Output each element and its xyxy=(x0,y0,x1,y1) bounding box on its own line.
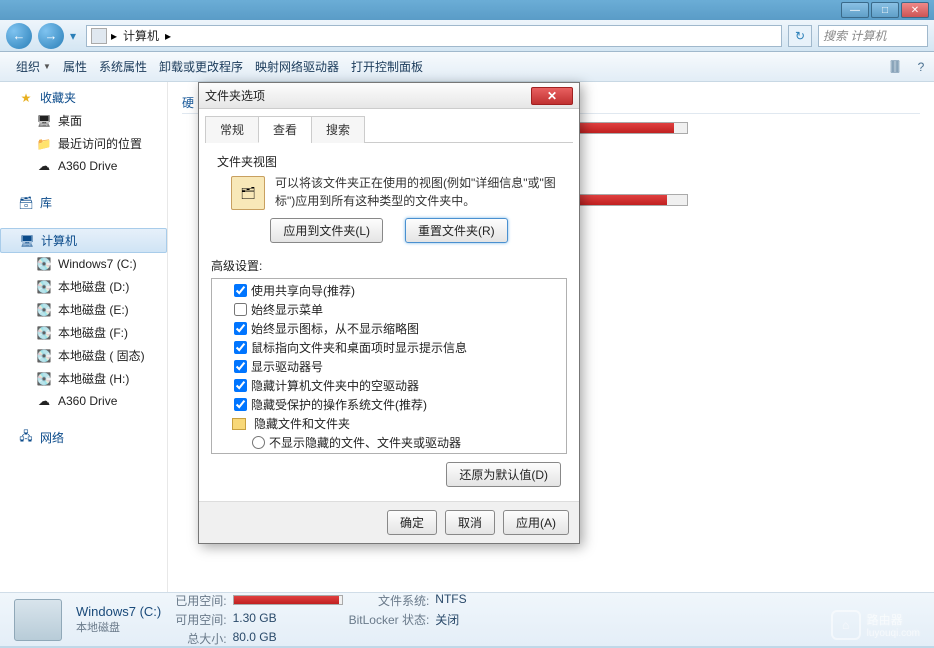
refresh-button[interactable]: ↻ xyxy=(788,25,812,47)
advanced-settings-label: 高级设置: xyxy=(211,257,567,274)
checkbox[interactable] xyxy=(234,322,247,335)
drive-icon: 💽 xyxy=(36,371,52,387)
checkbox[interactable] xyxy=(234,284,247,297)
status-subtitle: 本地磁盘 xyxy=(76,619,161,635)
advanced-setting-item[interactable]: 使用共享向导(推荐) xyxy=(214,281,564,300)
network-icon: 🖧 xyxy=(18,430,34,446)
dialog-tabs: 常规 查看 搜索 xyxy=(205,115,573,143)
folder-icon xyxy=(232,418,246,430)
search-input[interactable]: 搜索 计算机 xyxy=(818,25,928,47)
advanced-setting-item[interactable]: 始终显示菜单 xyxy=(214,300,564,319)
sidebar-item-drive-h[interactable]: 💽本地磁盘 (H:) xyxy=(0,367,167,390)
advanced-setting-item[interactable]: 隐藏文件和文件夹 xyxy=(214,414,564,433)
dialog-footer: 确定 取消 应用(A) xyxy=(199,501,579,543)
sidebar-item-drive-e[interactable]: 💽本地磁盘 (E:) xyxy=(0,298,167,321)
checkbox[interactable] xyxy=(234,398,247,411)
folder-options-dialog: 文件夹选项 ✕ 常规 查看 搜索 文件夹视图 🗂 可以将该文件夹正在使用的视图(… xyxy=(198,82,580,544)
reset-folders-button[interactable]: 重置文件夹(R) xyxy=(405,218,508,243)
toolbar-uninstall[interactable]: 卸载或更改程序 xyxy=(153,58,249,75)
desktop-icon: 🖥 xyxy=(36,113,52,129)
close-button[interactable]: ✕ xyxy=(901,2,929,18)
checkbox[interactable] xyxy=(234,379,247,392)
sidebar-item-drive-d[interactable]: 💽本地磁盘 (D:) xyxy=(0,275,167,298)
advanced-setting-item[interactable]: 隐藏计算机文件夹中的空驱动器 xyxy=(214,376,564,395)
breadcrumb-sep: ▸ xyxy=(111,29,117,43)
drive-icon: 💽 xyxy=(36,256,52,272)
checkbox[interactable] xyxy=(234,303,247,316)
sidebar-item-a360-drive[interactable]: ☁A360 Drive xyxy=(0,390,167,412)
navigation-pane: ★ 收藏夹 🖥桌面 📁最近访问的位置 ☁A360 Drive 🗃 库 🖥 计算机… xyxy=(0,82,168,592)
router-icon: ⌂ xyxy=(831,610,861,640)
sidebar-libraries[interactable]: 🗃 库 xyxy=(0,191,167,214)
breadcrumb-computer[interactable]: 计算机 xyxy=(121,27,161,44)
apply-button[interactable]: 应用(A) xyxy=(503,510,569,535)
watermark: ⌂ 路由器 luyouqi.com xyxy=(831,610,920,640)
tab-view[interactable]: 查看 xyxy=(258,116,312,143)
nav-history-dropdown[interactable]: ▾ xyxy=(70,29,80,43)
toolbar-organize[interactable]: 组织▼ xyxy=(10,58,57,75)
tab-general[interactable]: 常规 xyxy=(205,116,259,143)
status-title: Windows7 (C:) xyxy=(76,604,161,619)
drive-icon: 💽 xyxy=(36,302,52,318)
advanced-setting-item[interactable]: 始终显示图标，从不显示缩略图 xyxy=(214,319,564,338)
radio[interactable] xyxy=(252,436,265,449)
apply-to-folders-button[interactable]: 应用到文件夹(L) xyxy=(270,218,383,243)
details-pane: Windows7 (C:) 本地磁盘 已用空间: 文件系统: NTFS 可用空间… xyxy=(0,592,934,646)
dialog-titlebar[interactable]: 文件夹选项 ✕ xyxy=(199,83,579,109)
drive-icon: 💽 xyxy=(36,279,52,295)
computer-icon: 🖥 xyxy=(19,233,35,249)
toolbar-system-properties[interactable]: 系统属性 xyxy=(93,58,153,75)
toolbar-map-drive[interactable]: 映射网络驱动器 xyxy=(249,58,345,75)
sidebar-item-a360[interactable]: ☁A360 Drive xyxy=(0,155,167,177)
address-bar[interactable]: ▸ 计算机 ▸ xyxy=(86,25,782,47)
cloud-icon: ☁ xyxy=(36,158,52,174)
recent-icon: 📁 xyxy=(36,136,52,152)
navigation-bar: ← → ▾ ▸ 计算机 ▸ ↻ 搜索 计算机 xyxy=(0,20,934,52)
advanced-setting-item[interactable]: 鼠标指向文件夹和桌面项时显示提示信息 xyxy=(214,338,564,357)
forward-button[interactable]: → xyxy=(38,23,64,49)
sidebar-favorites[interactable]: ★ 收藏夹 xyxy=(0,86,167,109)
drive-icon: 💽 xyxy=(36,325,52,341)
sidebar-computer[interactable]: 🖥 计算机 xyxy=(0,228,167,253)
drive-icon: 💽 xyxy=(36,348,52,364)
sidebar-item-recent[interactable]: 📁最近访问的位置 xyxy=(0,132,167,155)
checkbox[interactable] xyxy=(234,360,247,373)
sidebar-item-drive-f[interactable]: 💽本地磁盘 (F:) xyxy=(0,321,167,344)
sidebar-item-drive-c[interactable]: 💽Windows7 (C:) xyxy=(0,253,167,275)
drive-large-icon xyxy=(14,599,62,641)
maximize-button[interactable]: □ xyxy=(871,2,899,18)
sidebar-network[interactable]: 🖧 网络 xyxy=(0,426,167,449)
advanced-setting-item[interactable]: 隐藏受保护的操作系统文件(推荐) xyxy=(214,395,564,414)
ok-button[interactable]: 确定 xyxy=(387,510,437,535)
advanced-settings-list[interactable]: 使用共享向导(推荐)始终显示菜单始终显示图标，从不显示缩略图鼠标指向文件夹和桌面… xyxy=(211,278,567,454)
breadcrumb-sep: ▸ xyxy=(165,29,171,43)
folder-view-icon: 🗂 xyxy=(231,176,265,210)
toolbar-control-panel[interactable]: 打开控制面板 xyxy=(345,58,429,75)
cloud-icon: ☁ xyxy=(36,393,52,409)
restore-defaults-button[interactable]: 还原为默认值(D) xyxy=(446,462,561,487)
minimize-button[interactable]: — xyxy=(841,2,869,18)
toolbar-properties[interactable]: 属性 xyxy=(57,58,93,75)
toolbar: 组织▼ 属性 系统属性 卸载或更改程序 映射网络驱动器 打开控制面板 🀫 ? xyxy=(0,52,934,82)
dialog-close-button[interactable]: ✕ xyxy=(531,87,573,105)
window-titlebar: — □ ✕ xyxy=(0,0,934,20)
star-icon: ★ xyxy=(18,90,34,106)
checkbox[interactable] xyxy=(234,341,247,354)
advanced-setting-item[interactable]: 不显示隐藏的文件、文件夹或驱动器 xyxy=(214,433,564,452)
help-button[interactable]: ? xyxy=(908,56,934,78)
computer-icon xyxy=(91,28,107,44)
library-icon: 🗃 xyxy=(18,195,34,211)
folder-view-label: 文件夹视图 xyxy=(217,153,561,170)
dialog-title: 文件夹选项 xyxy=(205,87,265,104)
advanced-setting-item[interactable]: 显示驱动器号 xyxy=(214,357,564,376)
view-mode-button[interactable]: 🀫 xyxy=(882,56,908,78)
cancel-button[interactable]: 取消 xyxy=(445,510,495,535)
sidebar-item-drive-ssd[interactable]: 💽本地磁盘 ( 固态) xyxy=(0,344,167,367)
sidebar-item-desktop[interactable]: 🖥桌面 xyxy=(0,109,167,132)
back-button[interactable]: ← xyxy=(6,23,32,49)
tab-search[interactable]: 搜索 xyxy=(311,116,365,143)
folder-view-description: 可以将该文件夹正在使用的视图(例如"详细信息"或"图标")应用到所有这种类型的文… xyxy=(275,174,561,210)
